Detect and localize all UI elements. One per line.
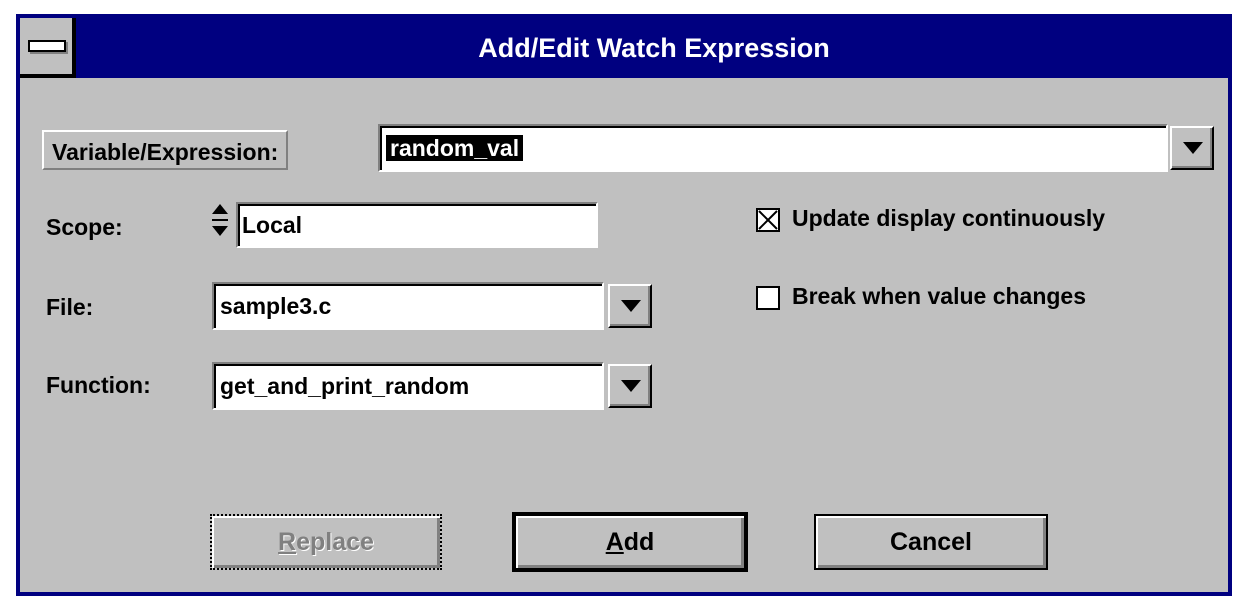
replace-label-rest: eplace (296, 528, 374, 556)
scope-input[interactable]: Local (236, 202, 598, 248)
function-label: Function: (46, 372, 151, 398)
file-label: File: (46, 294, 94, 320)
update-display-checkbox[interactable] (756, 208, 780, 232)
file-dropdown-button[interactable] (608, 284, 652, 328)
add-mnemonic: A (605, 528, 624, 556)
scope-label: Scope: (46, 214, 123, 240)
system-menu-button[interactable] (20, 18, 76, 78)
down-arrow-icon[interactable] (212, 226, 228, 236)
file-select[interactable]: sample3.c (212, 282, 604, 330)
replace-button[interactable]: Replace (210, 514, 442, 570)
expression-label: Variable/Expression: (42, 130, 289, 170)
dialog-title: Add/Edit Watch Expression (478, 33, 830, 63)
function-dropdown-button[interactable] (608, 364, 652, 408)
triangle-down-icon (1183, 142, 1203, 154)
scope-spinner[interactable] (210, 200, 230, 244)
add-label-rest: dd (623, 528, 655, 556)
function-select[interactable]: get_and_print_random (212, 362, 604, 410)
add-button[interactable]: Add (512, 512, 748, 572)
triangle-down-icon (621, 300, 641, 312)
up-arrow-icon[interactable] (212, 204, 228, 214)
add-edit-watch-dialog: Add/Edit Watch Expression Variable/Expre… (16, 14, 1232, 596)
expression-input[interactable]: random_val (378, 124, 1168, 172)
break-on-change-label[interactable]: Break when value changes (792, 283, 1086, 310)
x-checkbox-icon (758, 210, 778, 230)
minus-bar-icon (28, 40, 66, 52)
break-on-change-checkbox[interactable] (756, 286, 780, 310)
triangle-down-icon (621, 380, 641, 392)
cancel-button[interactable]: Cancel (814, 514, 1048, 570)
replace-mnemonic: R (278, 528, 297, 556)
expression-value: random_val (386, 135, 524, 161)
expression-dropdown-button[interactable] (1170, 126, 1214, 170)
update-display-label[interactable]: Update display continuously (792, 205, 1105, 232)
title-bar[interactable]: Add/Edit Watch Expression (20, 18, 1228, 78)
spinner-divider (212, 219, 228, 221)
